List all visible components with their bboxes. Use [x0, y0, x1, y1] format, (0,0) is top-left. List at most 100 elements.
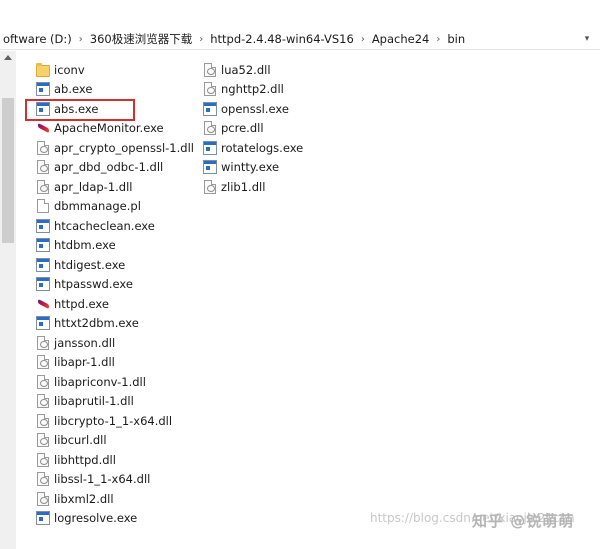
- file-item[interactable]: rotatelogs.exe: [203, 138, 303, 157]
- dll-file-icon: [37, 160, 49, 174]
- highlight-box: [25, 99, 135, 121]
- file-name: wintty.exe: [221, 160, 280, 174]
- file-item[interactable]: htdbm.exe: [36, 236, 116, 255]
- file-item[interactable]: libaprutil-1.dll: [36, 392, 134, 411]
- file-name: htcacheclean.exe: [54, 218, 155, 233]
- file-item[interactable]: libssl-1_1-x64.dll: [36, 470, 150, 489]
- dll-file-icon: [37, 491, 49, 506]
- breadcrumb-downloads[interactable]: 360极速浏览器下载: [87, 31, 195, 47]
- dll-file-icon: [204, 121, 216, 135]
- exe-file-icon: [36, 316, 50, 330]
- exe-file-icon: [203, 101, 217, 116]
- file-name: htpasswd.exe: [54, 277, 133, 291]
- brand-watermark: 知乎 @锐萌萌: [472, 512, 575, 530]
- chevron-right-icon[interactable]: ›: [357, 34, 369, 45]
- exe-file-icon: [36, 257, 50, 272]
- file-item[interactable]: libapriconv-1.dll: [36, 372, 146, 391]
- dll-file-icon: [37, 335, 49, 350]
- exe-file-icon: [203, 140, 217, 155]
- breadcrumb-bin[interactable]: bin: [444, 32, 468, 46]
- dll-file-icon: [37, 413, 49, 428]
- breadcrumb-drive[interactable]: oftware (D:): [0, 32, 75, 46]
- file-name: libapr-1.dll: [54, 355, 115, 369]
- file-name: dbmmanage.pl: [54, 199, 141, 213]
- file-item[interactable]: libapr-1.dll: [36, 353, 115, 372]
- chevron-right-icon[interactable]: ›: [432, 34, 444, 45]
- dll-file-icon: [37, 452, 49, 467]
- file-name: libcurl.dll: [54, 433, 107, 447]
- dll-file-icon: [204, 82, 216, 96]
- file-item[interactable]: htcacheclean.exe: [36, 216, 155, 235]
- dll-file-icon: [37, 433, 49, 447]
- file-name: htdbm.exe: [54, 238, 116, 252]
- file-name: libssl-1_1-x64.dll: [54, 472, 151, 486]
- apache-feather-icon: [36, 297, 50, 311]
- file-name: httxt2dbm.exe: [54, 316, 139, 330]
- file-name: libxml2.dll: [54, 491, 114, 506]
- file-item[interactable]: libxml2.dll: [36, 489, 114, 508]
- exe-file-icon: [36, 218, 50, 233]
- file-item[interactable]: httxt2dbm.exe: [36, 314, 139, 333]
- file-item[interactable]: apr_crypto_openssl-1.dll: [36, 138, 194, 157]
- exe-file-icon: [36, 511, 50, 525]
- chevron-right-icon[interactable]: ›: [75, 34, 87, 45]
- exe-file-icon: [36, 277, 50, 291]
- file-item[interactable]: ab.exe: [36, 80, 92, 99]
- file-item[interactable]: apr_ldap-1.dll: [36, 177, 132, 196]
- scroll-thumb[interactable]: [2, 98, 14, 243]
- file-item[interactable]: libcurl.dll: [36, 431, 107, 450]
- apache-feather-icon: [36, 121, 50, 135]
- file-item[interactable]: pcre.dll: [203, 119, 264, 138]
- file-item[interactable]: wintty.exe: [203, 158, 279, 177]
- file-name: iconv: [54, 62, 85, 77]
- file-name: httpd.exe: [54, 296, 109, 311]
- file-item[interactable]: jansson.dll: [36, 333, 115, 352]
- file-name: libhttpd.dll: [54, 452, 116, 467]
- file-item[interactable]: httpd.exe: [36, 294, 109, 313]
- vertical-scrollbar[interactable]: [0, 51, 16, 549]
- file-item[interactable]: libcrypto-1_1-x64.dll: [36, 411, 172, 430]
- file-name: libcrypto-1_1-x64.dll: [54, 413, 173, 428]
- folder-icon: [36, 62, 50, 77]
- file-name: apr_dbd_odbc-1.dll: [54, 160, 164, 174]
- file-item[interactable]: ApacheMonitor.exe: [36, 119, 164, 138]
- dll-file-icon: [37, 374, 49, 389]
- file-name: logresolve.exe: [54, 511, 138, 525]
- chevron-down-icon[interactable]: ▾: [580, 31, 594, 47]
- file-name: libaprutil-1.dll: [54, 394, 134, 408]
- file-name: htdigest.exe: [54, 257, 126, 272]
- file-item[interactable]: nghttp2.dll: [203, 80, 284, 99]
- script-file-icon: [37, 199, 49, 213]
- file-item[interactable]: lua52.dll: [203, 60, 271, 79]
- file-item[interactable]: iconv: [36, 60, 85, 79]
- file-item[interactable]: zlib1.dll: [203, 177, 265, 196]
- dll-file-icon: [204, 62, 216, 77]
- file-item[interactable]: dbmmanage.pl: [36, 197, 141, 216]
- file-name: nghttp2.dll: [221, 82, 284, 96]
- file-item[interactable]: libhttpd.dll: [36, 450, 116, 469]
- breadcrumb-apache24[interactable]: Apache24: [369, 32, 433, 46]
- exe-file-icon: [36, 82, 50, 96]
- dll-file-icon: [37, 140, 49, 155]
- address-bar[interactable]: oftware (D:) › 360极速浏览器下载 › httpd-2.4.48…: [0, 27, 600, 50]
- file-name: zlib1.dll: [221, 179, 266, 194]
- file-item[interactable]: htdigest.exe: [36, 255, 125, 274]
- scroll-up-arrow-icon[interactable]: [4, 55, 12, 60]
- file-item[interactable]: openssl.exe: [203, 99, 289, 118]
- file-item[interactable]: htpasswd.exe: [36, 275, 133, 294]
- exe-file-icon: [36, 238, 50, 252]
- file-name: libapriconv-1.dll: [54, 374, 146, 389]
- dll-file-icon: [37, 179, 49, 194]
- file-name: ab.exe: [54, 82, 93, 96]
- dll-file-icon: [37, 394, 49, 408]
- dll-file-icon: [204, 179, 216, 194]
- chevron-right-icon[interactable]: ›: [195, 34, 207, 45]
- breadcrumb-httpd[interactable]: httpd-2.4.48-win64-VS16: [207, 32, 357, 46]
- file-item[interactable]: logresolve.exe: [36, 509, 137, 528]
- file-name: apr_crypto_openssl-1.dll: [54, 140, 194, 155]
- file-name: apr_ldap-1.dll: [54, 179, 133, 194]
- breadcrumb: oftware (D:) › 360极速浏览器下载 › httpd-2.4.48…: [0, 30, 468, 48]
- file-name: pcre.dll: [221, 121, 264, 135]
- file-item[interactable]: apr_dbd_odbc-1.dll: [36, 158, 163, 177]
- file-name: openssl.exe: [221, 101, 289, 116]
